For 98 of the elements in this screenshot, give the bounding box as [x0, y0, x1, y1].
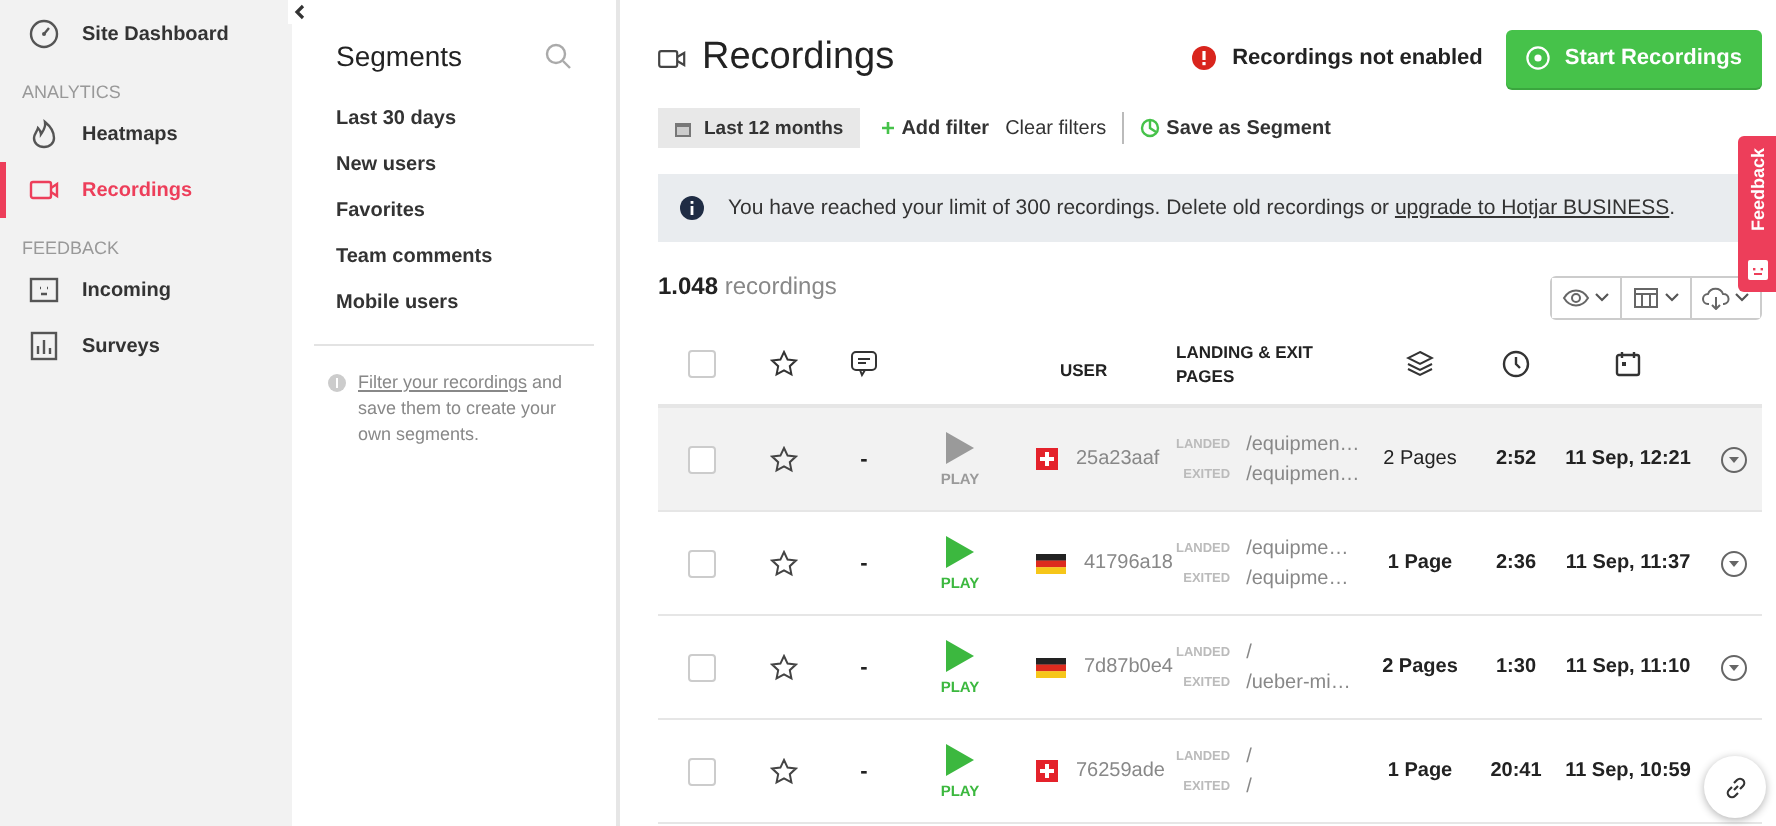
page-path: /: [1246, 775, 1252, 797]
duration: 2:36: [1495, 552, 1536, 574]
page-path: /equipme…: [1246, 567, 1349, 589]
page-path: /: [1246, 745, 1252, 767]
columns-icon: [1632, 286, 1660, 310]
clock-icon[interactable]: [1502, 349, 1530, 377]
flame-icon: [28, 118, 60, 150]
select-all-checkbox[interactable]: [687, 349, 715, 377]
dashboard-icon: [28, 18, 60, 50]
user-id: 7d87b0e4: [1084, 656, 1173, 678]
user-id: 41796a18: [1084, 552, 1173, 574]
info-icon: [328, 374, 346, 392]
row-checkbox[interactable]: [687, 445, 715, 473]
section-heading: ANALYTICS: [20, 80, 123, 106]
row-checkbox[interactable]: [687, 549, 715, 577]
dropdown-icon[interactable]: [1719, 653, 1747, 681]
sidebar-item[interactable]: Incoming: [0, 262, 292, 318]
record-icon: [1526, 46, 1551, 70]
duration: 20:41: [1490, 760, 1542, 782]
plus-icon: [879, 120, 896, 136]
duration: 1:30: [1495, 656, 1536, 678]
add-filter-button[interactable]: Add filter: [871, 117, 998, 139]
comment-count: -: [860, 655, 868, 679]
feedback-tab[interactable]: Feedback: [1738, 136, 1776, 292]
count-label: recordings: [724, 272, 837, 300]
flag-icon: [1036, 448, 1058, 470]
visibility-dropdown[interactable]: [1552, 278, 1622, 318]
page-path: /equipmen…: [1246, 433, 1360, 455]
upgrade-link[interactable]: upgrade to Hotjar BUSINESS: [1394, 196, 1670, 220]
segment-item[interactable]: Team comments: [292, 234, 616, 280]
eye-icon: [1562, 286, 1590, 310]
flag-icon: [1036, 760, 1058, 782]
page-count: 1 Page: [1387, 552, 1453, 574]
filter-link[interactable]: Filter your recordings: [358, 372, 528, 392]
info-icon: [680, 196, 704, 220]
page-count: 2 Pages: [1383, 448, 1457, 470]
hint-text: Filter your recordings and save them to create your own segments.: [358, 370, 565, 448]
flag-icon: [1036, 553, 1066, 573]
flag-icon: [1036, 657, 1066, 677]
smiley-icon: [1748, 260, 1768, 280]
video-camera-icon: [658, 47, 686, 69]
star-icon[interactable]: [770, 445, 798, 473]
limit-message: You have reached your limit of 300 recordings. Delete old recordings or upgrade to Hotjar BUSINESS.: [728, 196, 1676, 220]
comment-count: -: [860, 759, 868, 783]
segment-item[interactable]: New users: [292, 142, 616, 188]
caret-icon: [1664, 292, 1680, 304]
page-path: /ueber-mi…: [1246, 671, 1351, 693]
sidebar-item[interactable]: Site Dashboard: [0, 6, 292, 62]
dropdown-icon[interactable]: [1719, 549, 1747, 577]
calendar-icon: [674, 119, 692, 137]
star-icon[interactable]: [770, 549, 798, 577]
date-range-button[interactable]: Last 12 months: [658, 108, 860, 148]
sidebar-item[interactable]: Surveys: [0, 318, 292, 374]
link-button[interactable]: [1704, 756, 1766, 818]
row-checkbox[interactable]: [687, 653, 715, 681]
dropdown-icon[interactable]: [1719, 445, 1747, 473]
save-segment-button[interactable]: Save as Segment: [1132, 117, 1339, 139]
section-heading: FEEDBACK: [20, 236, 122, 262]
page-path: /equipmen…: [1246, 463, 1360, 485]
page-path: /: [1246, 641, 1254, 663]
bar-chart-icon: [28, 330, 60, 362]
panel-title: Segments: [336, 40, 463, 72]
star-icon[interactable]: [770, 653, 798, 681]
duration: 2:52: [1495, 448, 1536, 470]
page-path: /equipme…: [1246, 537, 1349, 559]
user-id: 25a23aaf: [1076, 448, 1160, 470]
pie-chart-icon: [1140, 118, 1161, 138]
calendar-icon[interactable]: [1614, 349, 1642, 377]
column-header: LANDING & EXIT PAGES: [1176, 339, 1315, 387]
sidebar-item[interactable]: Heatmaps: [0, 106, 292, 162]
comment-count: -: [860, 551, 868, 575]
page-count: 2 Pages: [1382, 656, 1458, 678]
star-icon[interactable]: [770, 757, 798, 785]
clear-filters-button[interactable]: Clear filters: [997, 117, 1115, 139]
layers-icon[interactable]: [1406, 349, 1434, 377]
recording-count: 1.048: [658, 272, 719, 300]
column-header: USER: [1058, 357, 1108, 381]
cloud-download-icon: [1702, 286, 1730, 310]
segment-item[interactable]: Favorites: [292, 188, 616, 234]
row-checkbox[interactable]: [687, 757, 715, 785]
date-time: 11 Sep, 10:59: [1565, 760, 1691, 782]
comment-icon[interactable]: [850, 349, 878, 377]
comment-count: -: [860, 447, 868, 471]
status-text: Recordings not enabled: [1232, 46, 1483, 70]
alert-icon: [1192, 46, 1217, 70]
date-time: 11 Sep, 12:21: [1565, 448, 1691, 470]
date-time: 11 Sep, 11:10: [1565, 656, 1691, 678]
segment-item[interactable]: Last 30 days: [292, 96, 616, 142]
caret-icon: [1594, 292, 1610, 304]
star-icon[interactable]: [770, 349, 798, 377]
page-count: 1 Page: [1387, 760, 1453, 782]
caret-icon: [1734, 292, 1750, 304]
inbox-icon: [28, 274, 60, 306]
user-id: 76259ade: [1076, 760, 1165, 782]
page-title: Recordings: [702, 36, 895, 80]
segment-item[interactable]: Mobile users: [292, 280, 616, 326]
date-time: 11 Sep, 11:37: [1565, 552, 1691, 574]
link-icon: [1723, 775, 1747, 799]
